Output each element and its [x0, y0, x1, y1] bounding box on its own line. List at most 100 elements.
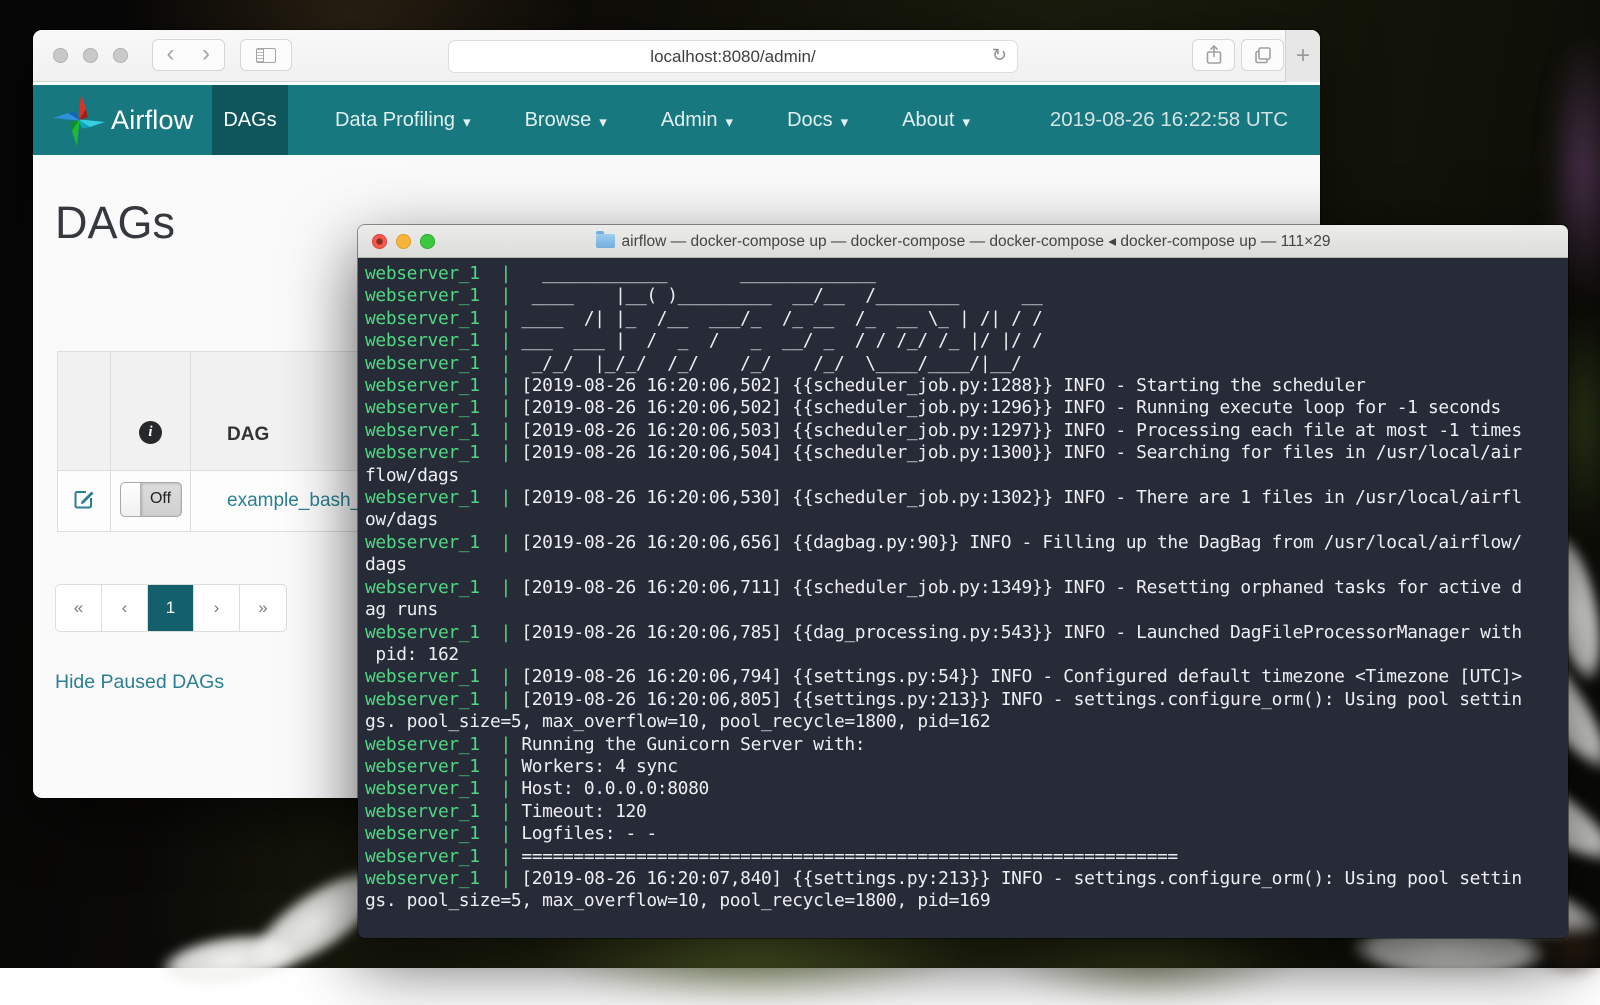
pagination-label: ›	[214, 598, 220, 618]
terminal-log-line: webserver_1 | [2019-08-26 16:20:06,656] …	[365, 532, 1568, 554]
pagination-button[interactable]: ›	[194, 585, 240, 631]
url-text: localhost:8080/admin/	[650, 47, 815, 67]
caret-down-icon: ▾	[599, 110, 607, 131]
window-minimize-button[interactable]	[396, 234, 411, 249]
pagination-button[interactable]: «	[56, 585, 102, 631]
navbar-menu-item[interactable]: Data Profiling ▾	[308, 85, 498, 155]
edit-cell	[58, 471, 111, 532]
toggle-cell: Off	[111, 471, 191, 532]
caret-down-icon: ▾	[962, 110, 970, 131]
hide-paused-dags-link[interactable]: Hide Paused DAGs	[55, 671, 224, 694]
log-text: gs. pool_size=5, max_overflow=10, pool_r…	[365, 711, 990, 732]
caret-down-icon: ▾	[463, 110, 471, 131]
forward-button[interactable]: ›	[188, 39, 225, 71]
navbar-menus: Data Profiling ▾ Browse ▾ Admin ▾ Docs ▾…	[308, 85, 997, 155]
service-name-prefix: webserver_1 |	[365, 778, 521, 799]
terminal-log-line: webserver_1 | [2019-08-26 16:20:06,503] …	[365, 420, 1568, 442]
terminal-log-line: webserver_1 | ___ ___ | / _ / _ __/ _ / …	[365, 330, 1568, 352]
terminal-log-line: webserver_1 | [2019-08-26 16:20:06,502] …	[365, 397, 1568, 419]
menu-label: Docs	[787, 109, 833, 132]
utc-clock: 2019-08-26 16:22:58 UTC	[1050, 85, 1288, 155]
navbar-menu-item[interactable]: Browse ▾	[498, 85, 634, 155]
tabs-icon	[1254, 46, 1272, 64]
terminal-log-line: webserver_1 | [2019-08-26 16:20:07,840] …	[365, 868, 1568, 890]
service-name-prefix: webserver_1 |	[365, 308, 521, 329]
log-text: Workers: 4 sync	[521, 756, 677, 777]
terminal-log-line: webserver_1 | ____________ _____________	[365, 263, 1568, 285]
log-text: [2019-08-26 16:20:06,656] {{dagbag.py:90…	[521, 532, 1521, 553]
service-name-prefix: webserver_1 |	[365, 846, 521, 867]
service-name-prefix: webserver_1 |	[365, 285, 521, 306]
edit-icon[interactable]	[72, 487, 96, 511]
window-close-button[interactable]	[372, 234, 387, 249]
window-close-button[interactable]	[53, 48, 68, 63]
service-name-prefix: webserver_1 |	[365, 689, 521, 710]
pagination-button[interactable]: 1	[148, 585, 194, 631]
log-text: [2019-08-26 16:20:06,504] {{scheduler_jo…	[521, 442, 1521, 463]
log-text: [2019-08-26 16:20:06,530] {{scheduler_jo…	[521, 487, 1521, 508]
log-text: Timeout: 120	[521, 801, 646, 822]
log-text: [2019-08-26 16:20:06,711] {{scheduler_jo…	[521, 577, 1521, 598]
tab-dags[interactable]: DAGs	[212, 85, 288, 155]
airflow-brand[interactable]: Airflow	[111, 85, 193, 155]
tab-overview-button[interactable]	[1241, 39, 1284, 71]
log-text: Running the Gunicorn Server with:	[521, 734, 865, 755]
terminal-log-line: ag runs	[365, 599, 1568, 621]
pagination: « ‹ 1 › »	[55, 584, 287, 632]
dag-toggle[interactable]: Off	[120, 482, 182, 517]
terminal-log-line: gs. pool_size=5, max_overflow=10, pool_r…	[365, 711, 1568, 733]
daisy-petal	[157, 926, 302, 993]
airflow-navbar: Airflow DAGs Data Profiling ▾ Browse ▾ A…	[33, 85, 1320, 155]
share-button[interactable]	[1192, 39, 1235, 71]
reload-icon[interactable]: ↻	[992, 45, 1007, 66]
terminal-output[interactable]: webserver_1 | ____________ _____________…	[358, 258, 1568, 938]
terminal-log-line: flow/dags	[365, 465, 1568, 487]
terminal-log-line: webserver_1 | ==========================…	[365, 846, 1568, 868]
caret-down-icon: ▾	[726, 110, 734, 131]
navbar-menu-item[interactable]: Admin ▾	[634, 85, 760, 155]
navbar-menu-item[interactable]: About ▾	[875, 85, 997, 155]
terminal-window: airflow — docker-compose up — docker-com…	[358, 225, 1568, 938]
back-button[interactable]: ‹	[152, 39, 189, 71]
terminal-log-line: webserver_1 | Running the Gunicorn Serve…	[365, 734, 1568, 756]
log-text: ____ /| |_ /__ ___/_ /_ __ /_ __ \_ | /|…	[521, 308, 1042, 329]
terminal-log-line: ow/dags	[365, 509, 1568, 531]
service-name-prefix: webserver_1 |	[365, 353, 521, 374]
header-blank-cell	[58, 352, 111, 471]
service-name-prefix: webserver_1 |	[365, 420, 521, 441]
header-info-cell: i	[111, 352, 191, 471]
terminal-log-line: webserver_1 | ____ |__( )_________ __/__…	[365, 285, 1568, 307]
log-text: flow/dags	[365, 465, 459, 486]
browser-toolbar: ‹ › localhost:8080/admin/ ↻ +	[33, 30, 1320, 82]
menu-label: Data Profiling	[335, 109, 455, 132]
terminal-title-text: airflow — docker-compose up — docker-com…	[622, 232, 1331, 251]
pagination-button[interactable]: ‹	[102, 585, 148, 631]
new-tab-button[interactable]: +	[1285, 30, 1320, 82]
window-minimize-button[interactable]	[83, 48, 98, 63]
log-text: _/_/ |_/_/ /_/ /_/ /_/ \____/____/|__/	[521, 353, 1021, 374]
pagination-button[interactable]: »	[240, 585, 286, 631]
terminal-log-line: webserver_1 | [2019-08-26 16:20:06,785] …	[365, 622, 1568, 644]
plus-icon: +	[1296, 42, 1310, 70]
address-bar[interactable]: localhost:8080/admin/ ↻	[448, 40, 1018, 73]
service-name-prefix: webserver_1 |	[365, 868, 521, 889]
log-text: [2019-08-26 16:20:06,503] {{scheduler_jo…	[521, 420, 1521, 441]
service-name-prefix: webserver_1 |	[365, 823, 521, 844]
menu-label: Browse	[525, 109, 592, 132]
menu-label: About	[902, 109, 954, 132]
terminal-log-line: webserver_1 | ____ /| |_ /__ ___/_ /_ __…	[365, 308, 1568, 330]
log-text: Host: 0.0.0.0:8080	[521, 778, 709, 799]
pagination-label: 1	[166, 598, 175, 618]
sidebar-toggle-button[interactable]	[240, 39, 292, 71]
terminal-log-line: dags	[365, 554, 1568, 576]
log-text: ___ ___ | / _ / _ __/ _ / / /_/ /_ |/ |/…	[521, 330, 1042, 351]
window-zoom-button[interactable]	[420, 234, 435, 249]
pagination-label: «	[74, 598, 83, 618]
toggle-knob	[121, 483, 141, 516]
navbar-menu-item[interactable]: Docs ▾	[760, 85, 875, 155]
terminal-log-line: webserver_1 | [2019-08-26 16:20:06,504] …	[365, 442, 1568, 464]
terminal-log-line: webserver_1 | _/_/ |_/_/ /_/ /_/ /_/ \__…	[365, 353, 1568, 375]
service-name-prefix: webserver_1 |	[365, 622, 521, 643]
service-name-prefix: webserver_1 |	[365, 801, 521, 822]
window-zoom-button[interactable]	[113, 48, 128, 63]
